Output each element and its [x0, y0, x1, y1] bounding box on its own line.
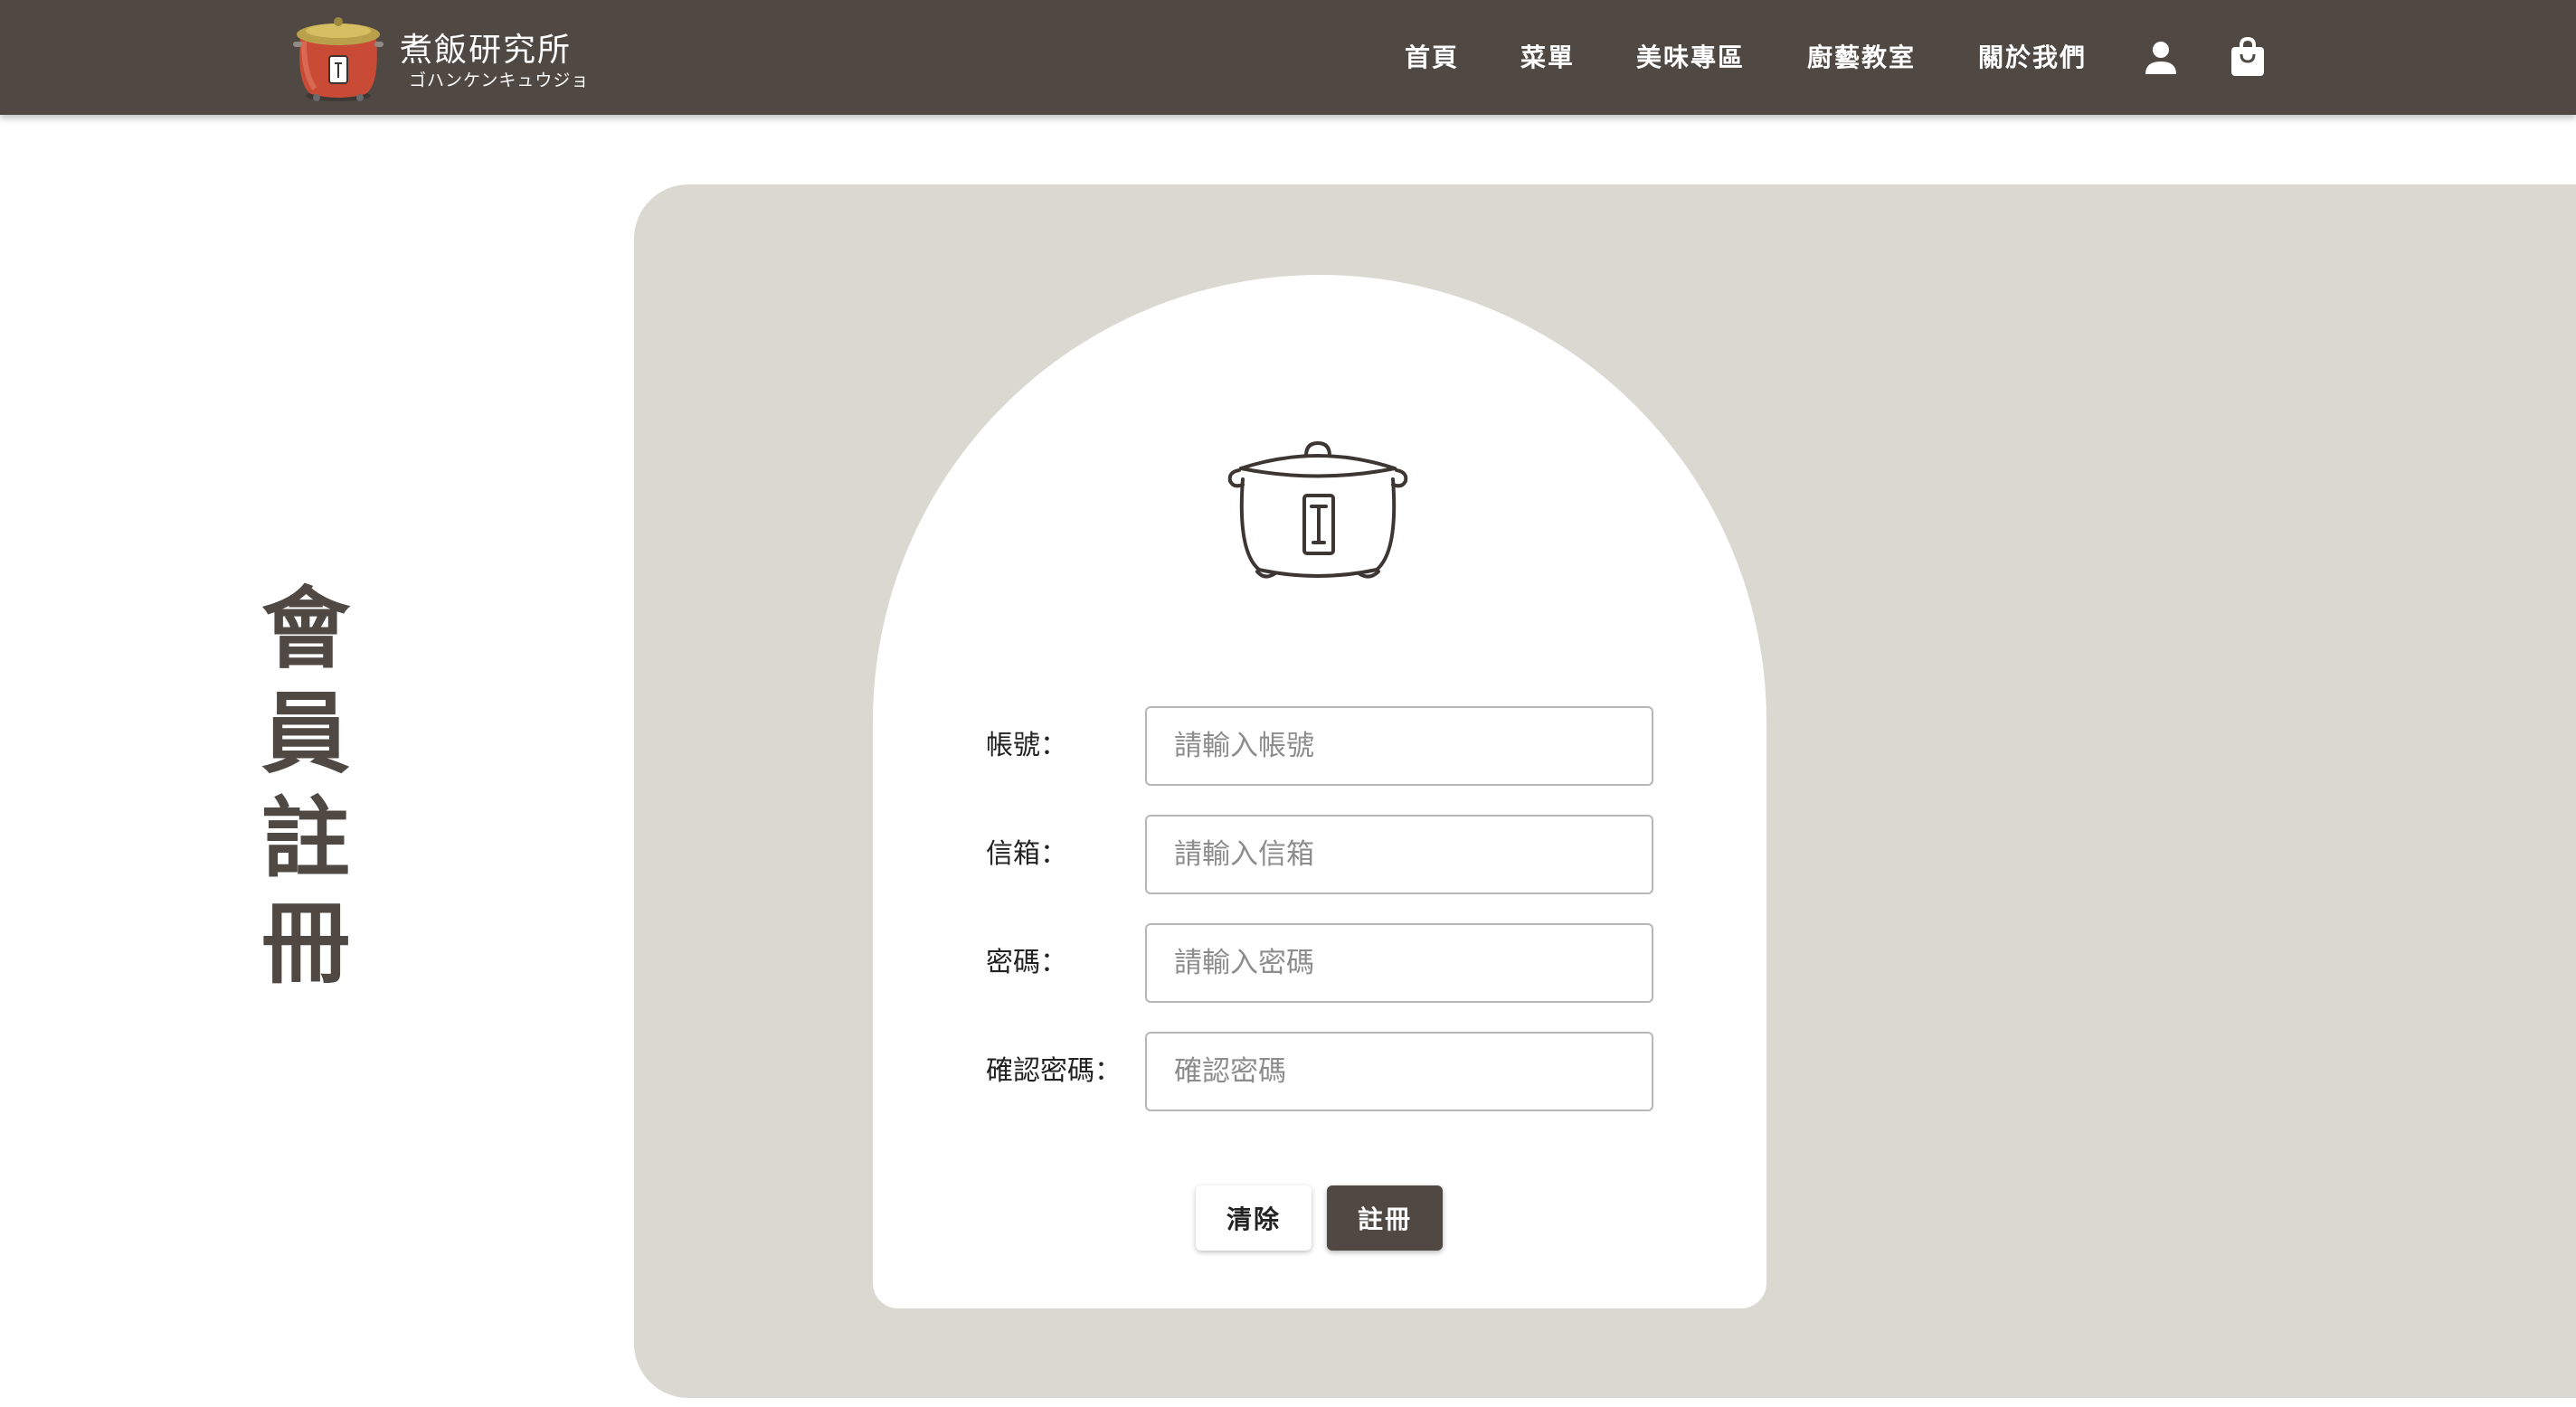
- nav-cooking-class[interactable]: 廚藝教室: [1807, 40, 1916, 76]
- title-char: 冊: [260, 892, 350, 996]
- logo-subtitle: ゴハンケンキュウジョ: [409, 71, 590, 90]
- password-label: 密碼：: [986, 947, 1067, 978]
- nav-menu[interactable]: 菜單: [1520, 40, 1575, 76]
- password-input[interactable]: [1145, 923, 1653, 1003]
- rice-cooker-icon: [1227, 441, 1408, 579]
- top-navbar: 煮飯研究所 ゴハンケンキュウジョ 首頁 菜單 美味專區 廚藝教室 關於我們: [0, 0, 2576, 115]
- logo-title: 煮飯研究所: [400, 32, 573, 69]
- nav-featured[interactable]: 美味專區: [1636, 40, 1745, 76]
- nav-about[interactable]: 關於我們: [1978, 40, 2087, 76]
- shopping-bag-icon[interactable]: [2230, 36, 2266, 78]
- register-button[interactable]: 註冊: [1327, 1185, 1443, 1251]
- account-input[interactable]: [1145, 706, 1653, 786]
- title-char: 會: [260, 577, 350, 681]
- account-label: 帳號：: [986, 730, 1067, 761]
- clear-button[interactable]: 清除: [1196, 1185, 1312, 1251]
- user-icon[interactable]: [2144, 40, 2178, 76]
- confirm-password-input[interactable]: [1145, 1032, 1653, 1111]
- title-char: 註: [260, 787, 350, 891]
- rice-cooker-logo-icon: [293, 17, 384, 101]
- email-input[interactable]: [1145, 815, 1653, 894]
- site-logo[interactable]: 煮飯研究所 ゴハンケンキュウジョ: [284, 11, 588, 105]
- title-char: 員: [260, 682, 350, 786]
- confirm-password-label: 確認密碼：: [986, 1055, 1122, 1087]
- nav-home[interactable]: 首頁: [1405, 40, 1459, 76]
- email-label: 信箱：: [986, 838, 1067, 870]
- page-title-vertical: 會 員 註 冊: [260, 577, 351, 996]
